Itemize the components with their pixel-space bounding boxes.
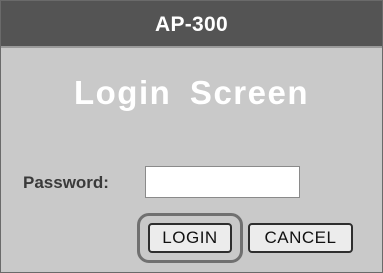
password-field[interactable] bbox=[145, 166, 300, 198]
title-bar: AP-300 bbox=[1, 1, 382, 48]
window-title: AP-300 bbox=[154, 12, 228, 36]
login-button[interactable]: LOGIN bbox=[148, 223, 232, 253]
password-label: Password: bbox=[23, 173, 109, 192]
page-title: Login Screen bbox=[73, 74, 310, 111]
cancel-button[interactable]: CANCEL bbox=[248, 223, 353, 253]
login-window: AP-300 Login Screen Password: LOGIN CANC… bbox=[0, 0, 383, 273]
